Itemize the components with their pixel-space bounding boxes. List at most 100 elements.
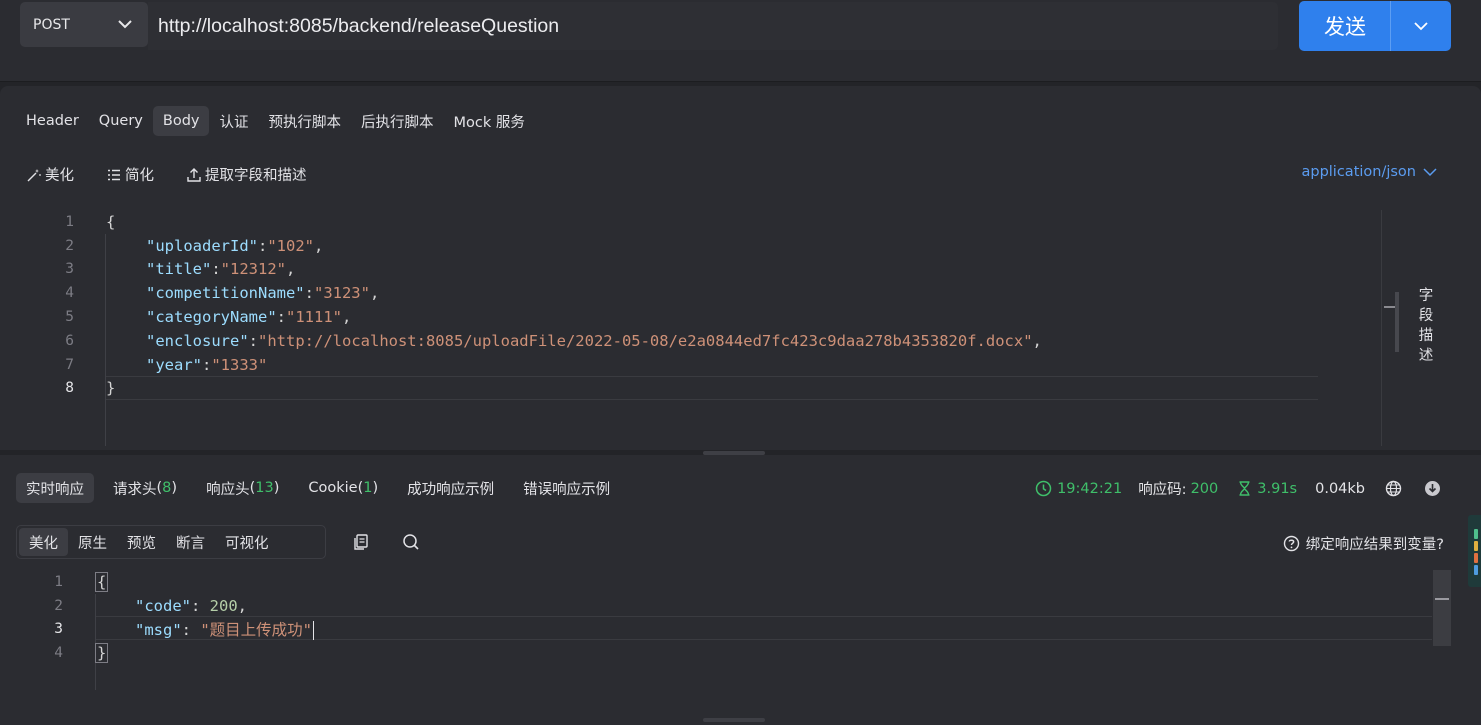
code-line: 8 } xyxy=(0,377,1400,401)
field-description-toggle[interactable]: 字段描述 xyxy=(1416,286,1436,366)
code-text: "categoryName":"1111", xyxy=(146,308,352,327)
line-number: 6 xyxy=(65,332,74,349)
view-raw[interactable]: 原生 xyxy=(68,528,117,556)
editor-scrollbar[interactable] xyxy=(1381,210,1399,446)
json-trail: , xyxy=(1032,331,1042,350)
json-key: "enclosure" xyxy=(146,331,249,350)
scroll-marker xyxy=(1435,598,1449,600)
tab-label: Cookie xyxy=(308,480,358,496)
body-toolbar: 美化 简化 提取字段和描述 xyxy=(26,164,339,185)
view-beautify[interactable]: 美化 xyxy=(19,528,68,556)
tab-body[interactable]: Body xyxy=(152,106,210,136)
status-label: 响应码: xyxy=(1138,482,1187,498)
tab-request-headers[interactable]: 请求头(8) xyxy=(103,473,187,503)
globe-icon[interactable] xyxy=(1385,480,1402,497)
code-text: { xyxy=(95,571,109,592)
json-key: "year" xyxy=(146,355,202,374)
side-panel-edge[interactable] xyxy=(1468,515,1481,587)
question-circle-icon xyxy=(1283,535,1299,552)
response-duration: 3.91s xyxy=(1236,480,1297,497)
response-panel: 实时响应 请求头(8) 响应头(13) Cookie(1) 成功响应示例 错误响… xyxy=(0,455,1481,725)
simplify-button[interactable]: 简化 xyxy=(106,164,154,185)
request-panel: Header Query Body 认证 预执行脚本 后执行脚本 Mock 服务… xyxy=(0,86,1481,450)
json-value: "题目上传成功" xyxy=(200,621,313,640)
json-value: "102" xyxy=(267,236,314,255)
code-text: "msg": "题目上传成功" xyxy=(135,621,315,641)
tab-cookie[interactable]: Cookie(1) xyxy=(298,473,388,503)
code-line: 1 { xyxy=(0,210,1400,234)
text-cursor xyxy=(313,621,315,641)
send-options-chevron-icon[interactable] xyxy=(1412,17,1430,35)
count-badge: 13 xyxy=(255,480,274,496)
tab-label: 响应头 xyxy=(206,481,250,498)
bind-response-variable[interactable]: 绑定响应结果到变量? xyxy=(1283,533,1444,554)
line-number: 5 xyxy=(65,309,74,326)
tab-query[interactable]: Query xyxy=(89,106,153,136)
send-button[interactable]: 发送 xyxy=(1299,1,1391,51)
content-type-label: application/json xyxy=(1301,164,1416,180)
line-number: 1 xyxy=(65,213,74,230)
line-number: 2 xyxy=(54,597,63,614)
edge-indicator xyxy=(1474,565,1478,575)
line-number: 3 xyxy=(54,621,63,638)
view-assertion[interactable]: 断言 xyxy=(166,528,215,556)
response-body-viewer[interactable]: 1 { 2 "code": 200, 3 "msg": "题目上传成功" 4 } xyxy=(0,570,1440,690)
paren: ) xyxy=(372,480,379,496)
response-view-switcher: 美化 原生 预览 断言 可视化 xyxy=(16,525,326,559)
code-text: { xyxy=(106,212,116,231)
url-input[interactable]: http://localhost:8085/backend/releaseQue… xyxy=(148,2,1278,50)
code-text: "year":"1333" xyxy=(146,355,268,374)
json-trail: , xyxy=(369,284,380,303)
search-icon[interactable] xyxy=(401,532,421,552)
extract-fields-button[interactable]: 提取字段和描述 xyxy=(186,164,307,185)
view-preview[interactable]: 预览 xyxy=(117,528,166,556)
line-number: 2 xyxy=(65,237,74,254)
tab-header[interactable]: Header xyxy=(16,106,89,136)
scroll-thumb[interactable] xyxy=(1395,292,1399,352)
tab-post-script[interactable]: 后执行脚本 xyxy=(351,106,444,136)
tab-mock-service[interactable]: Mock 服务 xyxy=(443,106,534,136)
code-line: 6 "enclosure":"http://localhost:8085/upl… xyxy=(0,329,1400,353)
clock-icon xyxy=(1035,480,1052,497)
tab-error-example[interactable]: 错误响应示例 xyxy=(513,473,620,503)
line-number: 1 xyxy=(54,573,63,590)
magic-wand-icon xyxy=(27,168,41,181)
extract-fields-label: 提取字段和描述 xyxy=(205,168,307,184)
beautify-button[interactable]: 美化 xyxy=(26,164,74,185)
response-tabs: 实时响应 请求头(8) 响应头(13) Cookie(1) 成功响应示例 错误响… xyxy=(16,473,629,503)
copy-icon[interactable] xyxy=(351,532,371,552)
json-value: "1111" xyxy=(286,308,342,327)
line-number: 4 xyxy=(54,645,63,662)
line-number: 8 xyxy=(65,380,74,397)
json-value: "12312" xyxy=(220,260,286,279)
code-line: 2 "uploaderId":"102", xyxy=(0,234,1400,258)
code-line: 2 "code": 200, xyxy=(0,594,1440,618)
edge-indicator xyxy=(1474,541,1478,551)
tab-realtime-response[interactable]: 实时响应 xyxy=(16,473,94,503)
tab-auth[interactable]: 认证 xyxy=(209,106,258,136)
method-label: POST xyxy=(33,16,70,33)
response-size: 0.04kb xyxy=(1315,480,1365,497)
method-select[interactable]: POST xyxy=(20,2,148,47)
json-value: "http://localhost:8085/uploadFile/2022-0… xyxy=(258,331,1033,350)
code-text: "title":"12312", xyxy=(146,260,296,279)
request-body-editor[interactable]: 1 { 2 "uploaderId":"102", 3 "title":"123… xyxy=(0,210,1400,446)
upload-icon xyxy=(187,167,201,182)
tab-response-headers[interactable]: 响应头(13) xyxy=(196,473,289,503)
json-value: "3123" xyxy=(313,284,370,303)
download-icon[interactable] xyxy=(1424,480,1441,497)
edge-indicator xyxy=(1474,553,1478,563)
json-trail: , xyxy=(314,236,324,255)
code-line: 7 "year":"1333" xyxy=(0,353,1400,377)
json-value: 200 xyxy=(209,596,238,615)
json-key: "msg" xyxy=(135,621,182,640)
response-scrollbar[interactable] xyxy=(1433,570,1451,646)
content-type-select[interactable]: application/json xyxy=(1301,164,1438,180)
edge-indicator xyxy=(1474,529,1478,539)
view-visualize[interactable]: 可视化 xyxy=(215,528,279,556)
tab-pre-script[interactable]: 预执行脚本 xyxy=(258,106,351,136)
bottom-resize-handle[interactable] xyxy=(703,718,765,722)
tab-success-example[interactable]: 成功响应示例 xyxy=(397,473,504,503)
json-key: "code" xyxy=(135,596,191,615)
code-line: 4 } xyxy=(0,641,1440,665)
